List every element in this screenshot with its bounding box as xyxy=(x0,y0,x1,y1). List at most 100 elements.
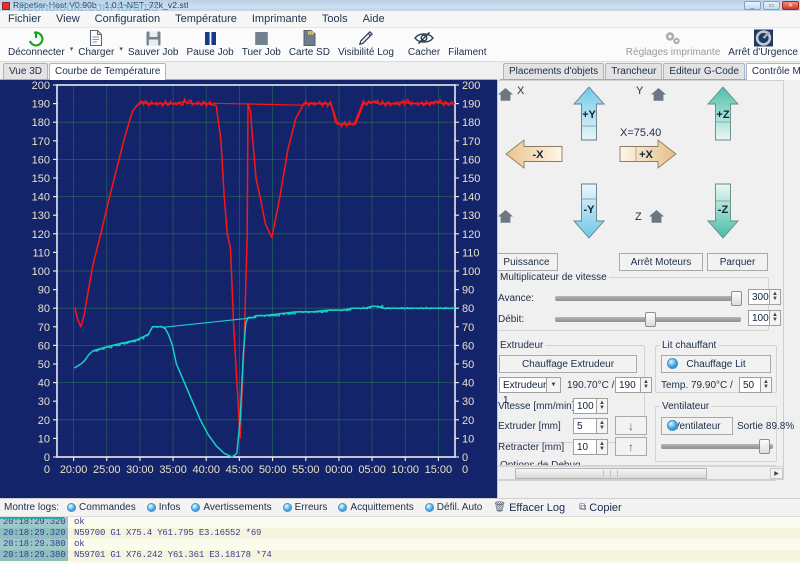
log-filter-label-text: Défil. Auto xyxy=(436,502,483,513)
log-filter-acquittements[interactable]: Acquittements xyxy=(338,502,414,513)
minimize-button[interactable]: _ xyxy=(744,1,761,10)
copy-log-button[interactable]: ⧉ Copier xyxy=(579,502,622,514)
flowrate-stepper[interactable]: ▲ ▼ xyxy=(770,310,781,326)
toolbar-button-cacher[interactable]: Cacher xyxy=(404,29,444,58)
extruder-selector[interactable]: Extrudeur 1 xyxy=(499,377,547,406)
extruder-temp-stepper[interactable]: ▲ ▼ xyxy=(641,377,652,393)
maximize-button[interactable]: ▭ xyxy=(763,1,780,10)
feedrate-stepper[interactable]: ▲ ▼ xyxy=(770,289,781,305)
hscroll-thumb[interactable]: ⋮⋮⋮ xyxy=(515,467,707,479)
close-button[interactable]: ✕ xyxy=(782,1,799,10)
log-timestamp: 20:18:29.380 xyxy=(0,550,68,561)
svg-text:+Z: +Z xyxy=(716,109,729,121)
toolbar-label: Visibilité Log xyxy=(337,47,394,58)
svg-text:120: 120 xyxy=(462,229,480,241)
power-button[interactable]: Puissance xyxy=(498,253,558,271)
flowrate-value[interactable]: 100 xyxy=(748,310,770,326)
svg-text:150: 150 xyxy=(32,173,50,185)
flowrate-slider-thumb[interactable] xyxy=(645,312,656,327)
log-filter-label-text: Acquittements xyxy=(350,502,414,513)
fan-slider[interactable] xyxy=(661,439,773,454)
motors-off-button[interactable]: Arrêt Moteurs xyxy=(619,253,703,271)
svg-text:0: 0 xyxy=(44,452,50,464)
retract-amount-value[interactable]: 10 xyxy=(573,439,597,455)
park-button[interactable]: Parquer xyxy=(707,253,768,271)
home-all-icon[interactable] xyxy=(498,209,513,223)
home-y-icon[interactable] xyxy=(650,87,666,101)
menu-item-imprimante[interactable]: Imprimante xyxy=(252,13,307,25)
panel-hscrollbar[interactable]: ◀ ⋮⋮⋮ ▶ xyxy=(497,466,783,479)
jog-plus-z-button[interactable]: +Z xyxy=(707,86,739,145)
extruder-speed-value[interactable]: 100 xyxy=(573,398,597,414)
tab-vue-3d[interactable]: Vue 3D xyxy=(3,63,48,79)
svg-text:170: 170 xyxy=(462,136,480,148)
feedrate-value[interactable]: 300 xyxy=(748,289,770,305)
log-row[interactable]: 20:18:29.380 N59701 G1 X76.242 Y61.361 E… xyxy=(0,550,800,561)
toolbar-button-arret-urgence[interactable]: Arrêt d'Urgence xyxy=(724,29,800,58)
menu-item-aide[interactable]: Aide xyxy=(363,13,385,25)
tab-controle-manuel[interactable]: Contrôle Manuel xyxy=(745,63,800,80)
jog-plus-y-button[interactable]: +Y xyxy=(573,86,605,145)
feedrate-slider-thumb[interactable] xyxy=(731,291,742,306)
copy-log-label: Copier xyxy=(589,501,622,514)
svg-text:180: 180 xyxy=(32,117,50,129)
jog-minus-x-button[interactable]: -X xyxy=(505,139,563,172)
home-z-icon[interactable] xyxy=(648,209,664,223)
log-filter-avertissements[interactable]: Avertissements xyxy=(191,502,272,513)
hscroll-right-arrow-icon[interactable]: ▶ xyxy=(770,467,783,479)
toolbar-button-filament[interactable]: Filament xyxy=(444,29,490,58)
log-filter-label-text: Infos xyxy=(158,502,181,513)
log-row[interactable]: 20:18:29.320 ok xyxy=(0,517,800,528)
extruder-selector-caret-icon[interactable]: ▼ xyxy=(547,377,561,393)
toolbar-button-deconnecter[interactable]: Déconnecter xyxy=(0,29,69,58)
toolbar-button-charger[interactable]: Charger xyxy=(74,29,118,58)
log-filter-erreurs[interactable]: Erreurs xyxy=(282,502,327,513)
svg-text:+X: +X xyxy=(639,149,653,161)
home-x-icon[interactable] xyxy=(498,87,513,101)
tab-editeur-g-code[interactable]: Editeur G-Code xyxy=(663,63,745,79)
svg-text:110: 110 xyxy=(32,247,50,259)
toolbar-button-visibilite-log[interactable]: Visibilité Log xyxy=(334,29,398,58)
manual-control-inner: X Y Z X=75.40 +Y -Y -X +X +Z -Z Puissanc… xyxy=(497,80,794,481)
toolbar-button-tuer-job[interactable]: Tuer Job xyxy=(238,29,285,58)
feedrate-slider[interactable] xyxy=(555,291,742,306)
retract-amount-stepper[interactable]: ▲ ▼ xyxy=(597,439,608,455)
retract-button[interactable]: ↑ xyxy=(615,437,647,456)
toolbar-button-pause-job[interactable]: Pause Job xyxy=(182,29,237,58)
log-row[interactable]: 20:18:29.380 ok xyxy=(0,539,800,550)
log-filter-defil-auto[interactable]: Défil. Auto xyxy=(424,502,483,513)
menu-item-view[interactable]: View xyxy=(56,13,80,25)
log-filter-infos[interactable]: Infos xyxy=(146,502,181,513)
log-filter-label-text: Commandes xyxy=(79,502,136,513)
flowrate-slider[interactable] xyxy=(555,312,741,327)
extrude-amount-stepper[interactable]: ▲ ▼ xyxy=(597,418,608,434)
log-row[interactable]: 20:18:29.320 N59700 G1 X75.4 Y61.795 E3.… xyxy=(0,528,800,539)
clear-log-button[interactable]: 🗑 Effacer Log xyxy=(493,502,565,514)
fan-slider-thumb[interactable] xyxy=(759,439,770,454)
stepper-down-icon: ▼ xyxy=(599,405,605,411)
hscroll-left-arrow-icon[interactable]: ◀ xyxy=(497,468,498,479)
extrude-amount-value[interactable]: 5 xyxy=(573,418,597,434)
svg-text:150: 150 xyxy=(462,173,480,185)
toolbar-button-carte-sd[interactable]: Carte SD xyxy=(285,29,334,58)
log-filter-commandes[interactable]: Commandes xyxy=(67,502,136,513)
bed-temp-target[interactable]: 50 xyxy=(739,377,761,393)
bed-temp-stepper[interactable]: ▲ ▼ xyxy=(761,377,772,393)
heat-extruder-button[interactable]: Chauffage Extrudeur xyxy=(499,355,637,373)
tab-courbe-de-temperature[interactable]: Courbe de Température xyxy=(48,63,167,80)
menu-item-temperature[interactable]: Température xyxy=(175,13,237,25)
extruder-speed-stepper[interactable]: ▲ ▼ xyxy=(597,398,608,414)
menu-item-tools[interactable]: Tools xyxy=(322,13,348,25)
menu-item-fichier[interactable]: Fichier xyxy=(8,13,41,25)
tab-placements-dobjets[interactable]: Placements d'objets xyxy=(503,63,605,79)
jog-minus-y-button[interactable]: -Y xyxy=(573,181,605,242)
extruder-temp-target[interactable]: 190 xyxy=(615,377,641,393)
jog-plus-x-button[interactable]: +X xyxy=(619,139,677,172)
toolbar-button-sauver-job[interactable]: Sauver Job xyxy=(124,29,183,58)
jog-minus-z-button[interactable]: -Z xyxy=(707,181,739,242)
toolbar-button-reglages-imprimante[interactable]: Réglages imprimante xyxy=(622,29,725,58)
tab-trancheur[interactable]: Trancheur xyxy=(605,63,663,79)
extrude-button[interactable]: ↓ xyxy=(615,416,647,435)
menu-item-configuration[interactable]: Configuration xyxy=(95,13,160,25)
log-list[interactable]: 20:18:29.320 ok 20:18:29.320 N59700 G1 X… xyxy=(0,517,800,564)
